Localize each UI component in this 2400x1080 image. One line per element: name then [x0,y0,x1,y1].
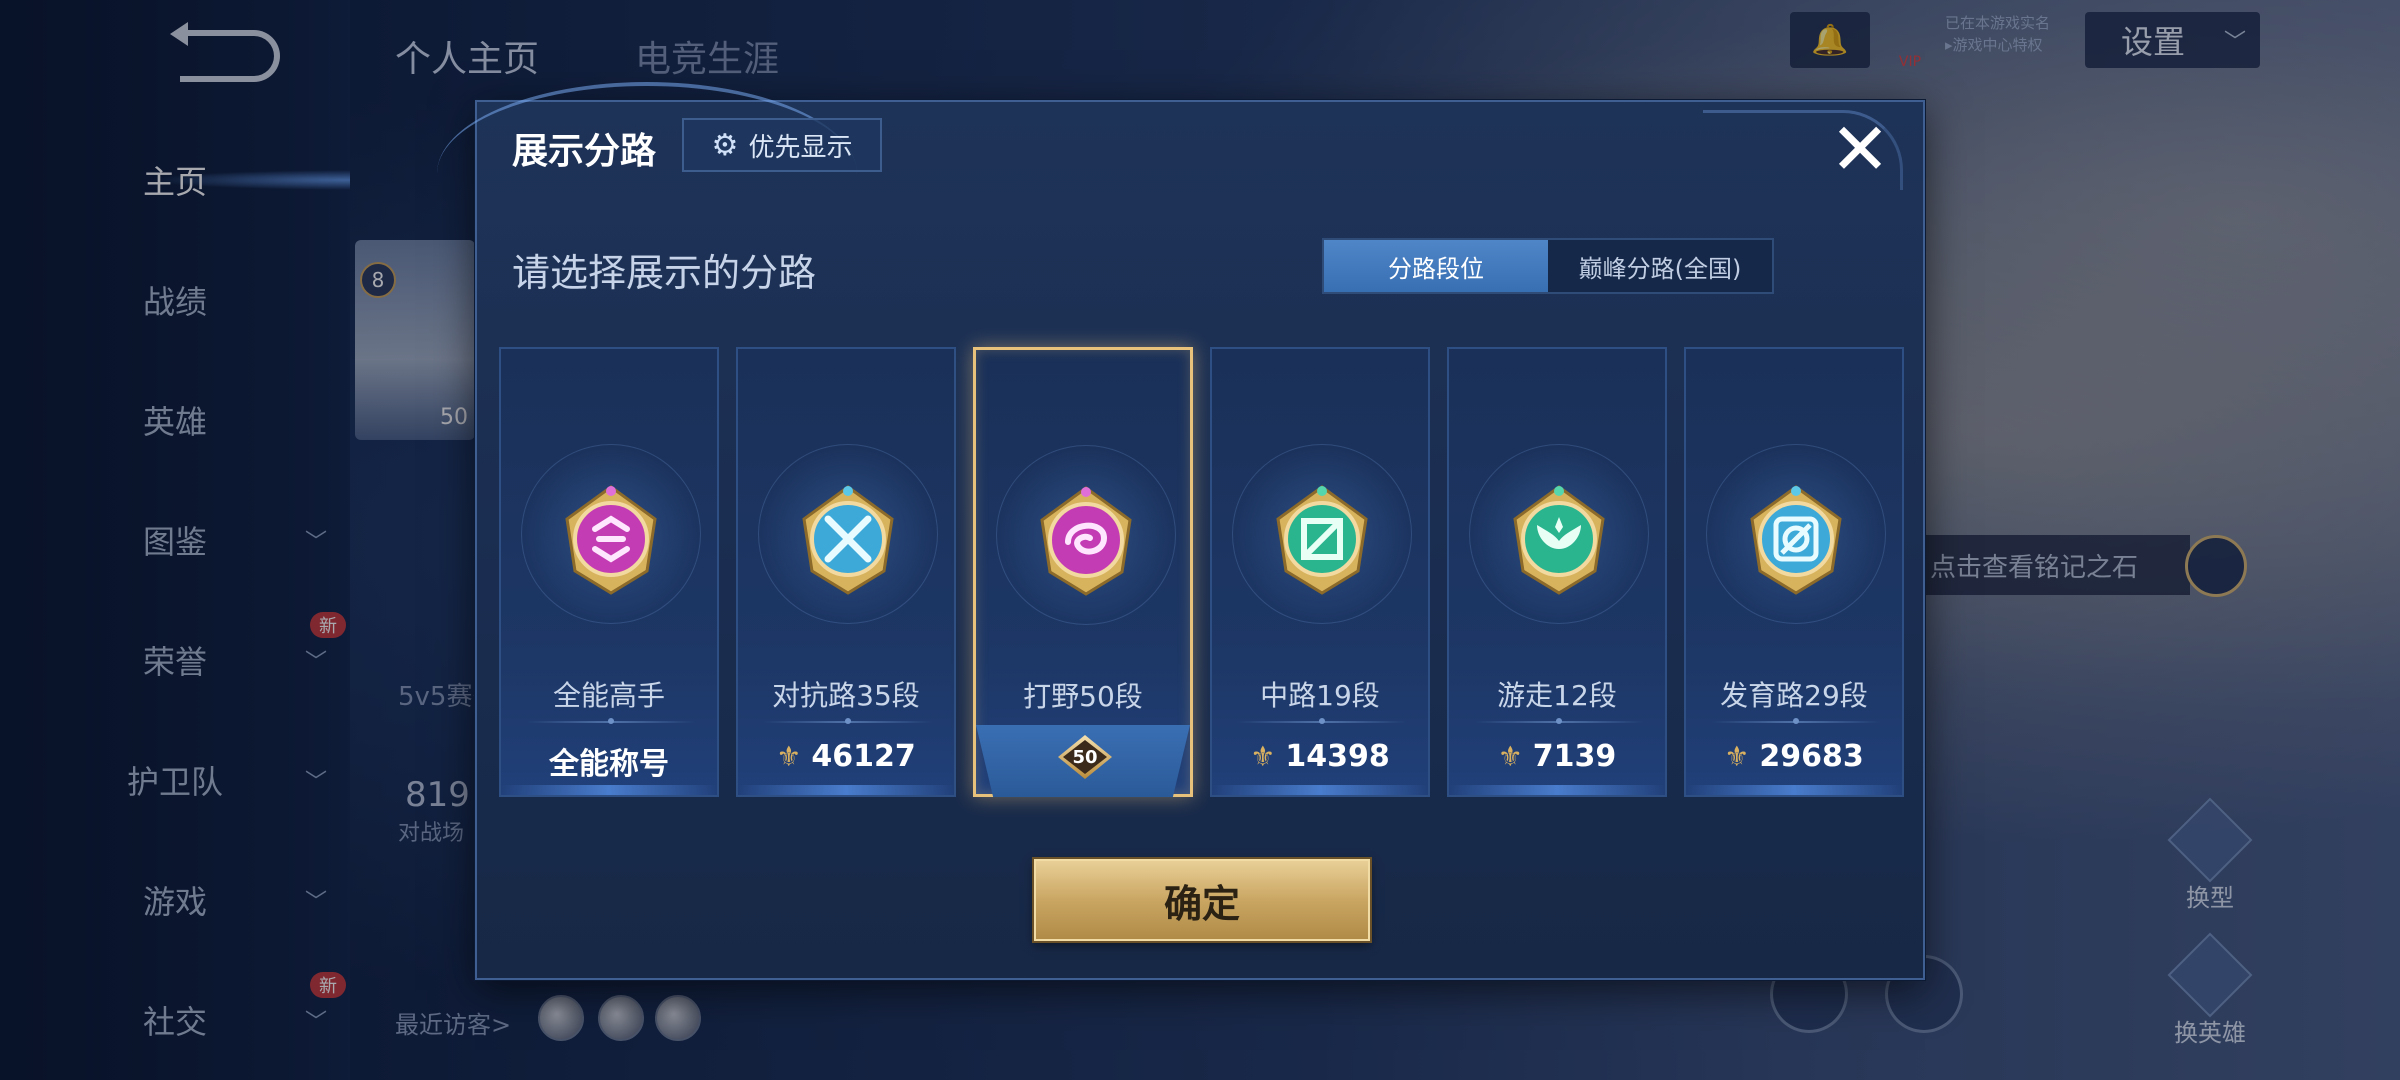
lane-card-farm-lane[interactable]: 发育路29段 ⚜ 29683 [1684,347,1904,797]
lane-value: ⚜ 14398 [1212,739,1428,774]
modal-title: 展示分路 [512,131,657,172]
lane-name: 打野50段 [1023,680,1143,713]
wings-icon [1513,485,1605,595]
confirm-button[interactable]: 确定 [1034,859,1370,941]
peak-score-icon: ⚜ [1724,740,1750,773]
lane-value: ⚜ 7139 [1449,739,1665,774]
wand-icon [1276,485,1368,595]
lane-card-all-round[interactable]: 全能高手 全能称号 [499,347,719,797]
lane-value-text: 7139 [1532,739,1617,774]
lane-value-text: 14398 [1285,739,1390,774]
divider [763,718,933,724]
lane-card-clash-lane[interactable]: 对抗路35段 ⚜ 46127 [736,347,956,797]
lane-display-modal: 展示分路 ⚙ 优先显示 ✕ 请选择展示的分路 分路段位 巅峰分路(全国) 全能高… [437,82,1925,980]
card-bottom-glow [1449,785,1665,795]
card-bottom-glow [738,785,954,795]
tab-peak-lane-national[interactable]: 巅峰分路(全国) [1548,240,1772,292]
lane-name: 全能高手 [552,679,665,712]
lane-name: 发育路29段 [1720,679,1868,712]
peak-score-icon: ⚜ [1497,740,1523,773]
gear-icon: ⚙ [711,127,739,163]
lane-value-text: 29683 [1759,739,1864,774]
lane-value-text: 全能称号 [549,747,669,782]
priority-display-button[interactable]: ⚙ 优先显示 [682,118,882,172]
peak-score-icon: ⚜ [776,740,802,773]
tab-lane-rank[interactable]: 分路段位 [1324,240,1548,292]
lane-value: ⚜ 29683 [1686,739,1902,774]
crossed-swords-icon [802,485,894,595]
divider [1237,718,1407,724]
divider [1474,718,1644,724]
lane-card-jungle[interactable]: 打野50段 50 [973,347,1193,797]
lane-value-text: 46127 [811,739,916,774]
card-bottom-glow [1212,785,1428,795]
lane-card-mid-lane[interactable]: 中路19段 ⚜ 14398 [1210,347,1430,797]
all-round-icon [565,485,657,595]
priority-label: 优先显示 [748,132,853,163]
divider [526,718,696,724]
peak-score-icon: ⚜ [1250,740,1276,773]
card-bottom-glow [1686,785,1902,795]
modal-subtitle: 请选择展示的分路 [512,251,817,295]
lane-card-list: 全能高手 全能称号 对抗路35段 ⚜ 46127 打野50段 50 中路19段 … [499,347,1909,797]
divider [1711,718,1881,724]
target-icon [1750,485,1842,595]
lane-name: 对抗路35段 [772,679,920,712]
dragon-icon [1040,486,1132,596]
lane-value: 全能称号 [501,739,717,783]
lane-name: 中路19段 [1260,679,1380,712]
lane-card-roam[interactable]: 游走12段 ⚜ 7139 [1447,347,1667,797]
lane-value: ⚜ 46127 [738,739,954,774]
close-icon[interactable]: ✕ [1825,113,1895,185]
lane-name: 游走12段 [1497,679,1617,712]
lane-mode-toggle: 分路段位 巅峰分路(全国) [1322,238,1774,294]
card-bottom-glow [501,785,717,795]
